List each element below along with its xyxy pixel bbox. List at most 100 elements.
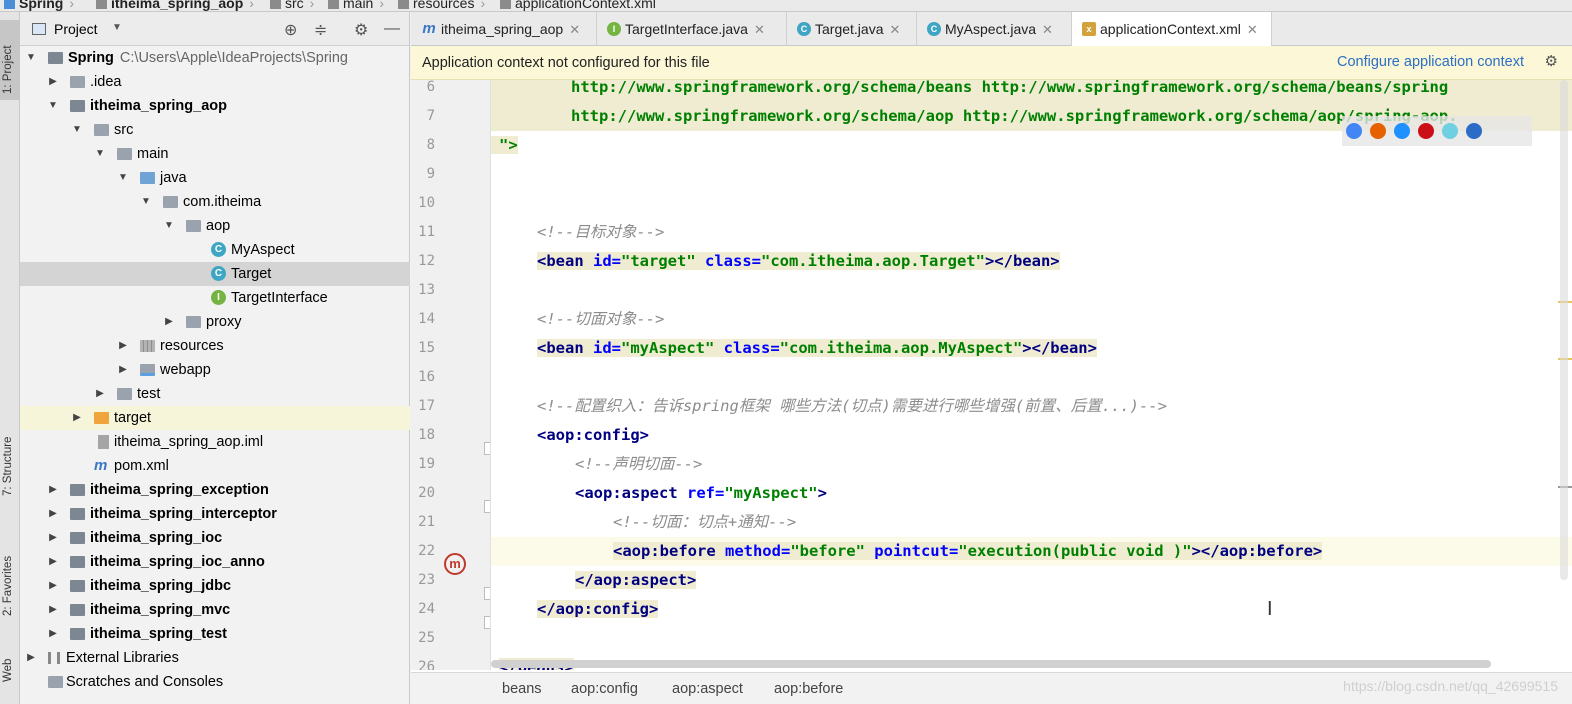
tree-item-myaspect[interactable]: C MyAspect — [20, 238, 410, 262]
chevron-down-icon[interactable]: ▼ — [139, 190, 153, 214]
chevron-down-icon[interactable]: ▼ — [116, 166, 130, 190]
tree-item-scratches[interactable]: Scratches and Consoles — [20, 670, 410, 694]
ie-icon[interactable] — [1442, 123, 1458, 139]
tree-item-targetinterface[interactable]: I TargetInterface — [20, 286, 410, 310]
close-icon[interactable]: ✕ — [889, 22, 900, 37]
chevron-right-icon[interactable]: ▶ — [46, 478, 60, 502]
locate-icon[interactable]: ⊕ — [284, 20, 297, 40]
code-line-22: <aop:before method="before" pointcut="ex… — [491, 537, 1572, 566]
chevron-down-icon[interactable]: ▼ — [24, 46, 38, 70]
chevron-right-icon[interactable]: ▶ — [116, 334, 130, 358]
gear-icon[interactable]: ⚙ — [354, 20, 368, 40]
close-icon[interactable]: ✕ — [1042, 22, 1053, 37]
opera-icon[interactable] — [1418, 123, 1434, 139]
fold-marker-icon[interactable] — [484, 500, 490, 513]
nav-crumb-file[interactable]: applicationContext.xml — [500, 0, 656, 11]
code-line-19: <!--声明切面--> — [491, 450, 1572, 479]
edge-icon[interactable] — [1466, 123, 1482, 139]
chevron-right-icon[interactable]: ▶ — [162, 310, 176, 334]
chevron-right-icon[interactable]: ▶ — [70, 406, 84, 430]
tree-item-ioc[interactable]: ▶ itheima_spring_ioc — [20, 526, 410, 550]
breadcrumb-aop-config[interactable]: aop:config — [571, 681, 638, 697]
tab-target-java[interactable]: C Target.java ✕ — [787, 12, 917, 46]
chevron-down-icon[interactable]: ▼ — [162, 214, 176, 238]
tree-item-pom[interactable]: m pom.xml — [20, 454, 410, 478]
chevron-right-icon[interactable]: ▶ — [46, 526, 60, 550]
tree-item-exception[interactable]: ▶ itheima_spring_exception — [20, 478, 410, 502]
module-folder-icon — [70, 532, 85, 544]
tree-item-mvc[interactable]: ▶ itheima_spring_mvc — [20, 598, 410, 622]
project-panel: Project ▼ ⊕ ≑ ⚙ — ▼ Spring C:\Users\Apple… — [20, 12, 410, 704]
tree-item-idea[interactable]: ▶ .idea — [20, 70, 410, 94]
structure-tool-tab[interactable]: 7: Structure — [0, 412, 20, 502]
gear-icon[interactable]: ⚙ — [1545, 52, 1558, 70]
chevron-right-icon[interactable]: ▶ — [46, 622, 60, 646]
tree-item-iml[interactable]: itheima_spring_aop.iml — [20, 430, 410, 454]
tree-item-main[interactable]: ▼ main — [20, 142, 410, 166]
fold-marker-icon[interactable] — [484, 442, 490, 455]
tree-item-external-libraries[interactable]: ▶ External Libraries — [20, 646, 410, 670]
tab-itheima-spring-aop[interactable]: m itheima_spring_aop ✕ — [411, 12, 597, 46]
tree-item-com-itheima[interactable]: ▼ com.itheima — [20, 190, 410, 214]
chrome-icon[interactable] — [1346, 123, 1362, 139]
tab-label: applicationContext.xml — [1100, 21, 1241, 37]
breadcrumb-aop-aspect[interactable]: aop:aspect — [672, 681, 743, 697]
hide-panel-icon[interactable]: — — [384, 20, 400, 38]
code-editor[interactable]: http://www.springframework.org/schema/be… — [491, 80, 1572, 670]
chevron-down-icon[interactable]: ▼ — [70, 118, 84, 142]
tree-item-itheima-spring-aop[interactable]: ▼ itheima_spring_aop — [20, 94, 410, 118]
nav-crumb-src[interactable]: src › — [270, 0, 320, 11]
tab-myaspect-java[interactable]: C MyAspect.java ✕ — [917, 12, 1072, 46]
tree-item-proxy[interactable]: ▶ proxy — [20, 310, 410, 334]
tree-item-target-folder[interactable]: ▶ target — [20, 406, 410, 430]
configure-context-link[interactable]: Configure application context — [1337, 54, 1524, 70]
firefox-icon[interactable] — [1370, 123, 1386, 139]
tree-item-aop[interactable]: ▼ aop — [20, 214, 410, 238]
tree-item-interceptor[interactable]: ▶ itheima_spring_interceptor — [20, 502, 410, 526]
collapse-all-icon[interactable]: ≑ — [314, 20, 327, 40]
nav-crumb-project[interactable]: Spring › — [4, 0, 80, 11]
tab-applicationcontext-xml[interactable]: x applicationContext.xml ✕ — [1072, 12, 1272, 46]
breadcrumb-aop-before[interactable]: aop:before — [774, 681, 843, 697]
close-icon[interactable]: ✕ — [754, 22, 765, 37]
tree-item-resources[interactable]: ▶ resources — [20, 334, 410, 358]
chevron-down-icon[interactable]: ▼ — [46, 94, 60, 118]
tree-item-label: src — [114, 122, 134, 138]
chevron-right-icon[interactable]: ▶ — [93, 382, 107, 406]
chevron-down-icon[interactable]: ▼ — [93, 142, 107, 166]
fold-marker-icon[interactable] — [484, 616, 490, 629]
chevron-down-icon[interactable]: ▼ — [112, 22, 122, 33]
tree-item-spring[interactable]: ▼ Spring C:\Users\Apple\IdeaProjects\Spri… — [20, 46, 410, 70]
chevron-right-icon[interactable]: ▶ — [46, 550, 60, 574]
tree-item-src[interactable]: ▼ src — [20, 118, 410, 142]
nav-crumb-module[interactable]: itheima_spring_aop › — [96, 0, 260, 11]
nav-crumb-main[interactable]: main › — [328, 0, 390, 11]
close-icon[interactable]: ✕ — [569, 22, 580, 37]
chevron-right-icon[interactable]: ▶ — [46, 598, 60, 622]
project-panel-title[interactable]: Project — [54, 21, 98, 37]
breadcrumb-beans[interactable]: beans — [502, 681, 542, 697]
project-tool-tab[interactable]: 1: Project — [0, 20, 20, 100]
tree-item-target-class[interactable]: C Target — [20, 262, 410, 286]
chevron-right-icon[interactable]: ▶ — [46, 574, 60, 598]
tree-item-java[interactable]: ▼ java — [20, 166, 410, 190]
nav-crumb-resources[interactable]: resources › — [398, 0, 491, 11]
fold-marker-icon[interactable] — [484, 587, 490, 600]
tab-targetinterface-java[interactable]: I TargetInterface.java ✕ — [597, 12, 787, 46]
chevron-right-icon[interactable]: ▶ — [24, 646, 38, 670]
aop-advice-icon[interactable]: m — [444, 553, 466, 575]
tree-item-ioc-anno[interactable]: ▶ itheima_spring_ioc_anno — [20, 550, 410, 574]
chevron-right-icon[interactable]: ▶ — [116, 358, 130, 382]
safari-icon[interactable] — [1394, 123, 1410, 139]
tree-item-webapp[interactable]: ▶ webapp — [20, 358, 410, 382]
chevron-right-icon[interactable]: ▶ — [46, 70, 60, 94]
chevron-right-icon[interactable]: ▶ — [46, 502, 60, 526]
tree-item-spring-test[interactable]: ▶ itheima_spring_test — [20, 622, 410, 646]
close-icon[interactable]: ✕ — [1247, 22, 1258, 37]
web-tool-tab[interactable]: Web — [0, 642, 20, 692]
horizontal-scrollbar[interactable] — [491, 660, 1491, 668]
tree-item-jdbc[interactable]: ▶ itheima_spring_jdbc — [20, 574, 410, 598]
tree-item-test[interactable]: ▶ test — [20, 382, 410, 406]
favorites-tool-tab[interactable]: 2: Favorites — [0, 532, 20, 622]
vertical-scrollbar[interactable] — [1560, 80, 1568, 580]
